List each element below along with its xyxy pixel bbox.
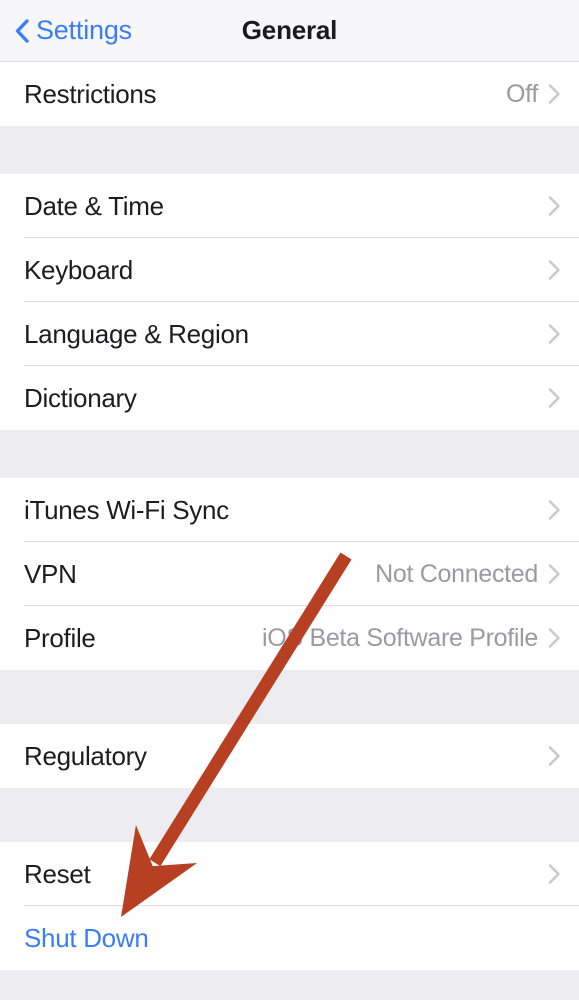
row-accessory-regulatory bbox=[548, 745, 561, 767]
row-reset[interactable]: Reset bbox=[0, 842, 579, 906]
chevron-left-icon bbox=[14, 18, 30, 44]
row-label-language-and-region: Language & Region bbox=[24, 318, 249, 349]
chevron-right-icon bbox=[548, 83, 561, 105]
regulatory-group: Regulatory bbox=[0, 724, 579, 788]
row-accessory-reset bbox=[548, 863, 561, 885]
row-value-profile: iOS Beta Software Profile bbox=[262, 623, 538, 652]
row-accessory-profile: iOS Beta Software Profile bbox=[262, 624, 561, 653]
row-accessory-keyboard bbox=[548, 259, 561, 281]
row-label-regulatory: Regulatory bbox=[24, 740, 147, 771]
row-restrictions[interactable]: Restrictions Off bbox=[0, 62, 579, 126]
chevron-right-icon bbox=[548, 259, 561, 281]
section-gap bbox=[0, 126, 579, 174]
row-accessory-vpn: Not Connected bbox=[375, 560, 561, 589]
row-label-restrictions: Restrictions bbox=[24, 78, 157, 109]
reset-group: Reset Shut Down bbox=[0, 842, 579, 970]
row-accessory-shut-down bbox=[548, 927, 561, 949]
section-gap bbox=[0, 788, 579, 842]
locale-group: Date & Time Keyboard Language & Region Dict… bbox=[0, 174, 579, 430]
row-shut-down[interactable]: Shut Down bbox=[0, 906, 579, 970]
restrictions-group: Restrictions Off bbox=[0, 62, 579, 126]
row-label-date-and-time: Date & Time bbox=[24, 190, 164, 221]
row-itunes-wifi-sync[interactable]: iTunes Wi-Fi Sync bbox=[0, 478, 579, 542]
chevron-right-icon bbox=[548, 563, 561, 585]
section-gap bbox=[0, 430, 579, 478]
row-label-dictionary: Dictionary bbox=[24, 382, 137, 413]
settings-list: Restrictions Off Date & Time Keyboard Langua… bbox=[0, 62, 579, 970]
row-label-profile: Profile bbox=[24, 622, 96, 653]
iphone-settings-screen: Settings General Restrictions Off Date & T… bbox=[0, 0, 579, 1000]
chevron-right-icon bbox=[548, 745, 561, 767]
row-date-and-time[interactable]: Date & Time bbox=[0, 174, 579, 238]
row-keyboard[interactable]: Keyboard bbox=[0, 238, 579, 302]
row-vpn[interactable]: VPN Not Connected bbox=[0, 542, 579, 606]
chevron-right-icon bbox=[548, 387, 561, 409]
row-value-restrictions: Off bbox=[506, 79, 538, 108]
row-accessory-language-and-region bbox=[548, 323, 561, 345]
row-value-vpn: Not Connected bbox=[375, 559, 538, 588]
chevron-right-icon bbox=[548, 499, 561, 521]
chevron-right-icon bbox=[548, 627, 561, 649]
sync-group: iTunes Wi-Fi Sync VPN Not Connected Profile… bbox=[0, 478, 579, 670]
section-gap bbox=[0, 670, 579, 724]
row-accessory-dictionary bbox=[548, 387, 561, 409]
row-label-vpn: VPN bbox=[24, 558, 77, 589]
row-label-shut-down: Shut Down bbox=[24, 922, 149, 953]
row-accessory-restrictions: Off bbox=[506, 80, 561, 109]
chevron-right-icon bbox=[548, 863, 561, 885]
back-button[interactable]: Settings bbox=[14, 15, 132, 46]
row-label-keyboard: Keyboard bbox=[24, 254, 133, 285]
chevron-right-icon bbox=[548, 323, 561, 345]
row-accessory-itunes-wifi-sync bbox=[548, 499, 561, 521]
navigation-bar: Settings General bbox=[0, 0, 579, 62]
row-profile[interactable]: Profile iOS Beta Software Profile bbox=[0, 606, 579, 670]
accessory-spacer bbox=[548, 927, 561, 949]
row-label-itunes-wifi-sync: iTunes Wi-Fi Sync bbox=[24, 494, 229, 525]
back-button-label: Settings bbox=[36, 15, 132, 45]
row-accessory-date-and-time bbox=[548, 195, 561, 217]
row-label-reset: Reset bbox=[24, 858, 91, 889]
row-dictionary[interactable]: Dictionary bbox=[0, 366, 579, 430]
row-regulatory[interactable]: Regulatory bbox=[0, 724, 579, 788]
chevron-right-icon bbox=[548, 195, 561, 217]
row-language-and-region[interactable]: Language & Region bbox=[0, 302, 579, 366]
